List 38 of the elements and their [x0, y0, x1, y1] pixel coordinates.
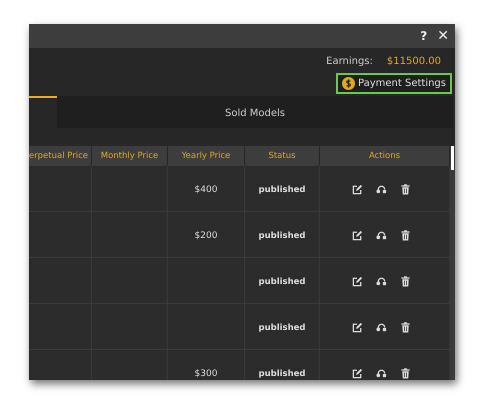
trash-icon[interactable]	[400, 276, 411, 287]
edit-icon[interactable]	[352, 368, 363, 379]
column-header: Status	[245, 146, 320, 166]
dollar-coin-icon	[342, 77, 356, 90]
scrollbar-thumb[interactable]	[451, 146, 454, 170]
earnings-label: Earnings:	[326, 56, 373, 67]
help-button[interactable]: ?	[418, 29, 430, 43]
payment-settings-button[interactable]: Payment Settings	[336, 73, 452, 94]
status-text: published	[258, 276, 306, 286]
circle-square-icon[interactable]	[376, 322, 387, 333]
circle-square-icon[interactable]	[376, 368, 387, 379]
column-header: erpetual Price	[29, 146, 92, 166]
status-text: published	[258, 368, 306, 378]
edit-icon[interactable]	[352, 322, 363, 333]
tab[interactable]: Sold Models	[57, 96, 453, 128]
edit-icon[interactable]	[352, 276, 363, 287]
status-text: published	[258, 184, 306, 194]
status-text: published	[258, 322, 306, 332]
trash-icon[interactable]	[400, 230, 411, 241]
column-header: Actions	[320, 146, 450, 166]
edit-icon[interactable]	[352, 184, 363, 195]
status-text: published	[258, 230, 306, 240]
circle-square-icon[interactable]	[376, 276, 387, 287]
circle-square-icon[interactable]	[376, 230, 387, 241]
close-button[interactable]: ✕	[435, 28, 451, 44]
edit-icon[interactable]	[352, 230, 363, 241]
trash-icon[interactable]	[400, 184, 411, 195]
trash-icon[interactable]	[400, 322, 411, 333]
trash-icon[interactable]	[400, 368, 411, 379]
yearly-price: $400	[194, 184, 218, 194]
tab[interactable]	[29, 96, 57, 128]
column-header: Yearly Price	[168, 146, 245, 166]
yearly-price: $300	[194, 368, 218, 378]
circle-square-icon[interactable]	[376, 184, 387, 195]
yearly-price: $200	[194, 230, 218, 240]
column-header: Monthly Price	[92, 146, 168, 166]
scrollbar[interactable]	[450, 146, 455, 380]
earnings-value: $11500.00	[386, 56, 441, 67]
